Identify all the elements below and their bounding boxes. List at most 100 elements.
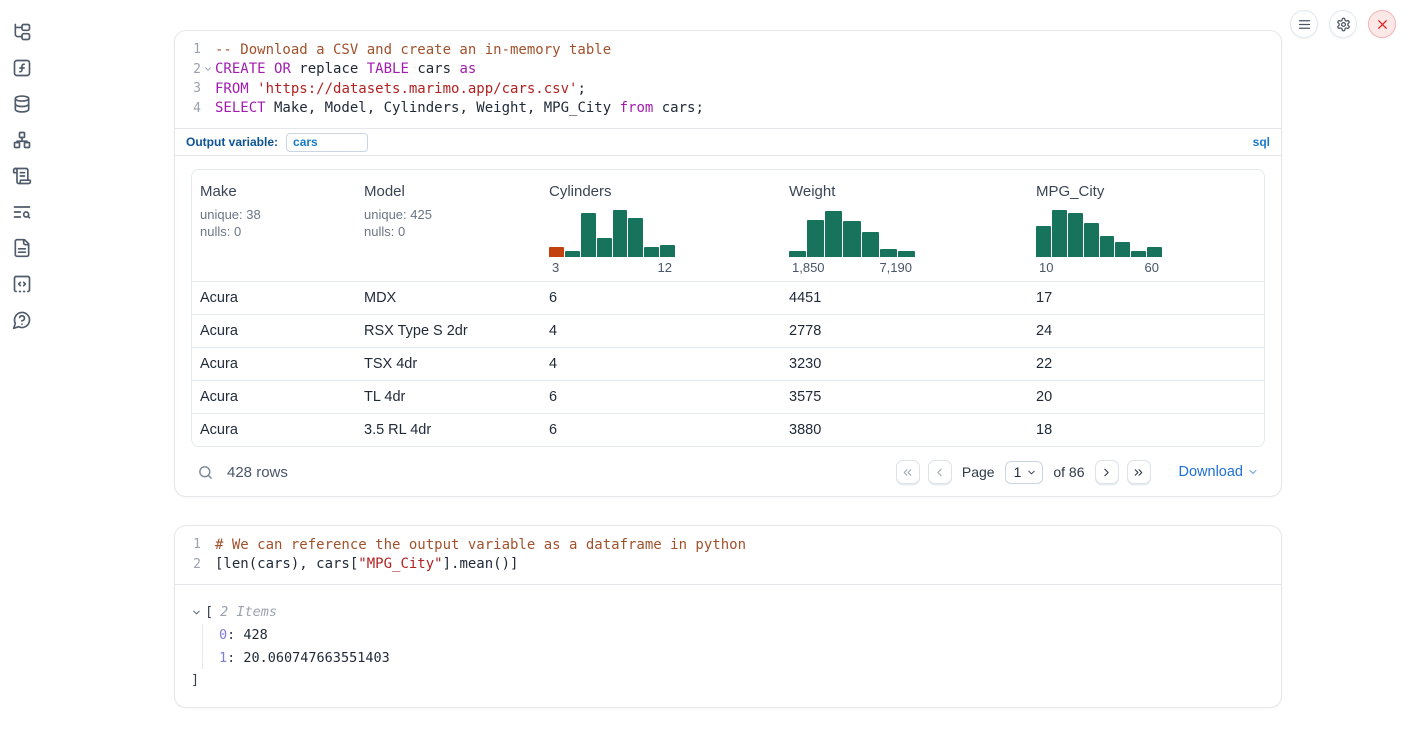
column-header-model[interactable]: Modelunique: 425nulls: 0 [356, 170, 541, 281]
tracing-icon[interactable] [12, 202, 32, 222]
variables-icon[interactable] [12, 58, 32, 78]
items-count: 2 Items [220, 604, 277, 620]
code-token: "MPG_City" [358, 556, 442, 572]
code-line[interactable]: 2CREATE OR replace TABLE cars as [175, 60, 1281, 80]
code-line[interactable]: 1 -- Download a CSV and create an in-memo… [175, 40, 1281, 60]
histogram-weight[interactable]: 1,8507,190 [789, 207, 915, 275]
column-name: MPG_City [1036, 183, 1256, 200]
chevron-left-icon [933, 466, 946, 479]
table-cell: Acura [192, 381, 356, 413]
table-cell: 4 [541, 315, 781, 347]
chevron-right-icon [1100, 466, 1113, 479]
table-row[interactable]: AcuraRSX Type S 2dr4277824 [192, 314, 1264, 347]
collapse-chevron-icon[interactable] [191, 606, 203, 618]
table-cell: TL 4dr [356, 381, 541, 413]
histogram-bars [789, 207, 915, 257]
documentation-icon[interactable] [12, 238, 32, 258]
dependency-graph-icon[interactable] [12, 130, 32, 150]
last-page-button[interactable] [1127, 460, 1151, 484]
table-cell: 3575 [781, 381, 1028, 413]
search-icon[interactable] [197, 464, 214, 481]
shutdown-button[interactable] [1368, 10, 1396, 38]
hist-min-label: 3 [552, 260, 559, 275]
next-page-button[interactable] [1095, 460, 1119, 484]
code-line[interactable]: 2 [len(cars), cars["MPG_City"].mean()] [175, 555, 1281, 575]
column-header-cylinders[interactable]: Cylinders312 [541, 170, 781, 281]
chevron-down-icon [1247, 466, 1259, 478]
settings-button[interactable] [1329, 10, 1357, 38]
table-cell: TSX 4dr [356, 348, 541, 380]
table-cell: 3.5 RL 4dr [356, 414, 541, 446]
code-token [266, 61, 274, 77]
table-row[interactable]: AcuraTL 4dr6357520 [192, 380, 1264, 413]
hist-bar [807, 220, 824, 258]
gear-icon [1336, 17, 1351, 32]
code-text: -- Download a CSV and create an in-memor… [215, 42, 611, 58]
table-cell: 20 [1028, 381, 1264, 413]
histogram-axis-labels: 1060 [1036, 257, 1162, 275]
download-label: Download [1179, 464, 1244, 480]
hist-bar [862, 232, 879, 257]
sql-code-editor[interactable]: 1 -- Download a CSV and create an in-memo… [175, 31, 1281, 128]
window-controls [1290, 10, 1396, 38]
hist-bar [565, 251, 580, 257]
download-button[interactable]: Download [1179, 464, 1260, 480]
menu-button[interactable] [1290, 10, 1318, 38]
code-line[interactable]: 1# We can reference the output variable … [175, 535, 1281, 555]
table-cell: 6 [541, 381, 781, 413]
previous-page-button[interactable] [928, 460, 952, 484]
column-header-make[interactable]: Makeunique: 38nulls: 0 [192, 170, 356, 281]
file-explorer-icon[interactable] [12, 22, 32, 42]
hist-bar [880, 249, 897, 258]
hist-bar [644, 247, 659, 257]
table-row[interactable]: Acura3.5 RL 4dr6388018 [192, 413, 1264, 446]
code-line[interactable]: 4 SELECT Make, Model, Cylinders, Weight, … [175, 99, 1281, 119]
notebook: 1 -- Download a CSV and create an in-memo… [174, 0, 1282, 708]
table-row[interactable]: AcuraMDX6445117 [192, 281, 1264, 314]
output-variable-input[interactable] [286, 133, 368, 152]
table-cell: Acura [192, 315, 356, 347]
column-header-weight[interactable]: Weight 1,8507,190 [781, 170, 1028, 281]
histogram-mpg_city[interactable]: 1060 [1036, 207, 1162, 275]
table-body: AcuraMDX6445117AcuraRSX Type S 2dr427782… [192, 281, 1264, 446]
code-text: [len(cars), cars["MPG_City"].mean()] [215, 556, 518, 572]
hist-bar [1052, 210, 1067, 258]
histogram-cylinders[interactable]: 312 [549, 207, 675, 275]
first-page-button[interactable] [896, 460, 920, 484]
data-table: Makeunique: 38nulls: 0Modelunique: 425nu… [191, 169, 1265, 447]
helper-panel-sidebar [0, 0, 44, 729]
python-code-editor[interactable]: 1# We can reference the output variable … [175, 526, 1281, 584]
code-text: SELECT Make, Model, Cylinders, Weight, M… [215, 100, 704, 116]
code-token: OR [274, 61, 291, 77]
code-token: replace [291, 61, 367, 77]
hist-bar [628, 218, 643, 257]
fold-chevron-icon[interactable] [203, 64, 215, 74]
code-line[interactable]: 3FROM 'https://datasets.marimo.app/cars.… [175, 79, 1281, 99]
column-header-mpg_city[interactable]: MPG_City 1060 [1028, 170, 1264, 281]
hist-bar [1084, 223, 1099, 257]
hist-bar [789, 251, 806, 258]
table-cell: RSX Type S 2dr [356, 315, 541, 347]
histogram-bars [549, 207, 675, 257]
table-cell: 3230 [781, 348, 1028, 380]
item-colon: : [227, 627, 243, 643]
line-number: 2 [175, 557, 201, 572]
column-stat: unique: 38 [200, 207, 348, 224]
data-sources-icon[interactable] [12, 94, 32, 114]
scratchpad-icon[interactable] [12, 274, 32, 294]
table-cell: 4451 [781, 282, 1028, 314]
logs-icon[interactable] [12, 166, 32, 186]
chat-help-icon[interactable] [12, 310, 32, 330]
line-number: 4 [175, 101, 201, 116]
code-text: CREATE OR replace TABLE cars as [215, 61, 476, 77]
hist-bar [1100, 236, 1115, 257]
code-token: # We can reference the output variable a… [215, 537, 746, 553]
page-select[interactable]: 1 [1005, 461, 1044, 484]
hist-bar [843, 221, 860, 258]
line-number: 1 [175, 42, 201, 57]
chevrons-right-icon [1132, 466, 1145, 479]
column-name: Weight [789, 183, 1020, 200]
output-variable-row: Output variable: sql [175, 128, 1281, 156]
hamburger-menu-icon [1297, 17, 1312, 32]
table-row[interactable]: AcuraTSX 4dr4323022 [192, 347, 1264, 380]
